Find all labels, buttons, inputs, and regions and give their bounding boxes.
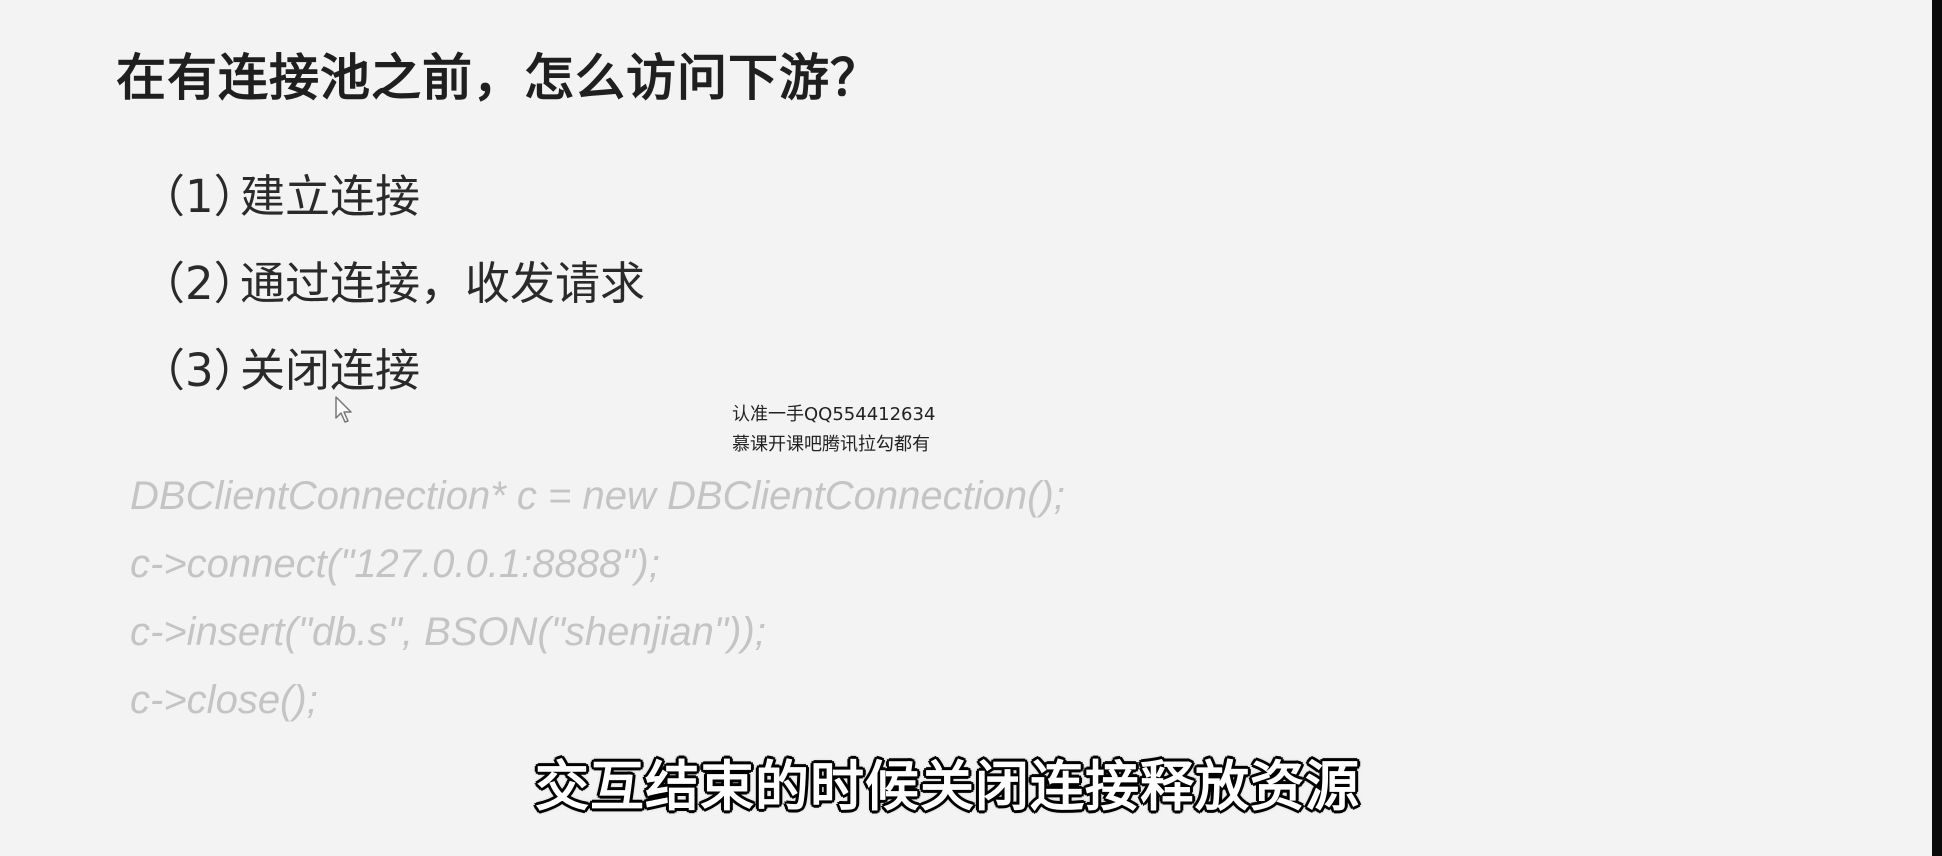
step-text: 关闭连接 <box>240 344 421 397</box>
slide-title: 在有连接池之前，怎么访问下游？ <box>116 49 881 107</box>
code-line: c->close(); <box>130 678 318 722</box>
step-text: 通过连接，收发请求 <box>240 257 646 310</box>
list-item: （2） 通过连接，收发请求 <box>140 247 645 334</box>
list-item: （3） 关闭连接 <box>140 334 645 421</box>
step-text: 建立连接 <box>240 170 421 223</box>
code-line: DBClientConnection* c = new DBClientConn… <box>130 474 1065 518</box>
step-number: （2） <box>140 257 259 310</box>
mouse-pointer-icon <box>335 396 352 423</box>
steps-list: （1） 建立连接 （2） 通过连接，收发请求 （3） 关闭连接 <box>140 160 645 421</box>
step-number: （1） <box>140 170 259 223</box>
edge-bar <box>1932 0 1942 856</box>
watermark: 认准一手QQ554412634 慕课开课吧腾讯拉勾都有 <box>732 400 935 460</box>
list-item: （1） 建立连接 <box>140 160 645 247</box>
video-subtitle: 交互结束的时候关闭连接释放资源 <box>535 755 1360 818</box>
code-line: c->connect("127.0.0.1:8888"); <box>130 542 660 586</box>
watermark-line: 认准一手QQ554412634 <box>732 404 936 425</box>
code-block: DBClientConnection* c = new DBClientConn… <box>130 470 1065 742</box>
watermark-line: 慕课开课吧腾讯拉勾都有 <box>732 434 930 455</box>
step-number: （3） <box>140 344 259 397</box>
code-line: c->insert("db.s", BSON("shenjian")); <box>130 610 766 654</box>
